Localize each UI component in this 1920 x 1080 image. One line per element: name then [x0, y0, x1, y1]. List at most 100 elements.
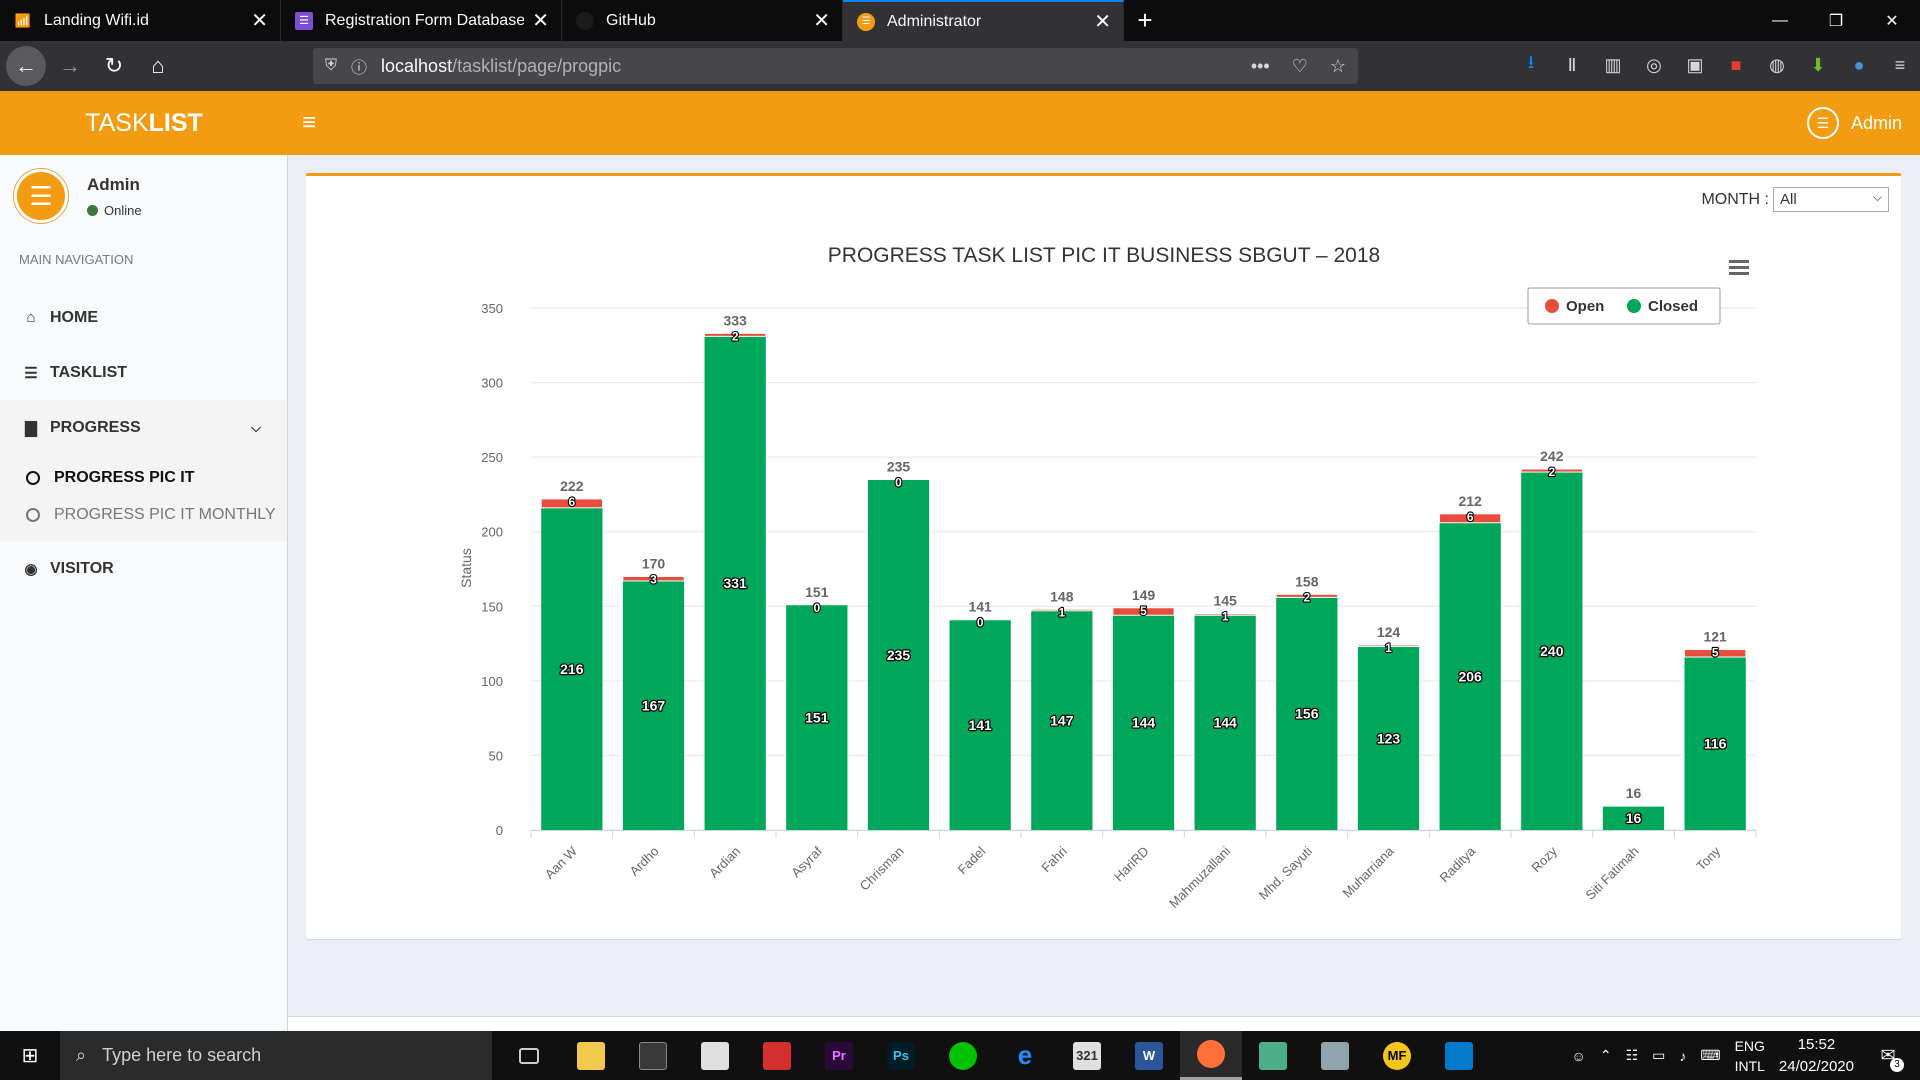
word-icon[interactable]: W [1118, 1031, 1180, 1080]
nav-header: MAIN NAVIGATION [19, 252, 134, 267]
user-panel: ☰ Admin Online [14, 169, 142, 223]
edge-icon[interactable]: e [994, 1031, 1056, 1080]
circle-icon [26, 507, 40, 522]
restore-icon[interactable]: ❐ [1808, 0, 1864, 41]
data-label-closed: 240 [1540, 643, 1564, 659]
data-label-closed: 116 [1704, 735, 1727, 751]
circle-icon [26, 470, 40, 485]
sidebar-icon[interactable]: ▥ [1601, 51, 1625, 79]
extension-icon[interactable]: ▣ [1683, 51, 1707, 79]
mf-icon[interactable]: MF [1366, 1031, 1428, 1080]
firefox-icon[interactable] [1180, 1031, 1242, 1080]
x-tick-label: Asyraf [788, 843, 825, 880]
file-explorer-icon[interactable] [560, 1031, 622, 1080]
notification-icon[interactable]: ✉ 3 [1868, 1036, 1908, 1076]
user-menu[interactable]: ☰ Admin [1806, 107, 1902, 139]
bookmark-star-icon[interactable]: ☆ [1330, 56, 1346, 77]
photos-icon[interactable] [1304, 1031, 1366, 1080]
battery-icon[interactable]: ▭ [1652, 1047, 1665, 1064]
data-label-closed: 144 [1213, 715, 1237, 731]
info-icon[interactable]: ⓘ [351, 54, 367, 78]
media-player-icon[interactable]: 321 [1056, 1031, 1118, 1080]
store-icon[interactable] [622, 1031, 684, 1080]
sidebar-item-label: VISITOR [50, 559, 114, 577]
extension-green-icon[interactable]: ⬇ [1806, 51, 1830, 79]
download-icon[interactable]: ⭳ [1519, 51, 1543, 79]
data-label-open: 1 [1385, 641, 1392, 655]
sidebar-subitem-progress-pic-it-monthly[interactable]: PROGRESS PIC IT MONTHLY [0, 496, 287, 533]
account-icon[interactable]: ◎ [1642, 51, 1666, 79]
library-icon[interactable]: Ⅱ [1560, 51, 1584, 79]
sidebar-item-visitor[interactable]: ◉ VISITOR [0, 541, 287, 596]
data-label-closed: 151 [805, 709, 829, 725]
windows-start-icon[interactable]: ⊞ [0, 1031, 60, 1080]
minimize-icon[interactable]: — [1752, 0, 1808, 41]
browser-tab-3[interactable]: ☰ Administrator ✕ [843, 0, 1124, 41]
keyboard-icon[interactable]: ⌨ [1700, 1047, 1720, 1064]
legend-marker-closed [1627, 299, 1641, 313]
chart-bars: 2166222Aan W1673170Ardho3312333Ardian151… [530, 312, 1757, 911]
legend-marker-open [1545, 299, 1559, 313]
data-label-closed: 216 [560, 661, 584, 677]
x-tick-label: Rozy [1528, 843, 1560, 875]
new-tab-button[interactable]: + [1124, 0, 1166, 41]
wifi-tray-icon[interactable]: ☷ [1626, 1047, 1639, 1064]
sidebar-item-progress[interactable]: ▇ PROGRESS ⌵ [0, 400, 287, 455]
sidebar-subitem-progress-pic-it[interactable]: PROGRESS PIC IT [0, 459, 287, 496]
close-icon[interactable]: ✕ [813, 8, 830, 33]
people-icon[interactable]: ☺ [1572, 1048, 1586, 1064]
premiere-icon[interactable]: Pr [808, 1031, 870, 1080]
reload-button[interactable]: ↻ [94, 46, 134, 86]
extension-blue-icon[interactable]: ● [1847, 51, 1871, 79]
close-icon[interactable]: ✕ [251, 8, 268, 33]
sidebar-toggle-icon[interactable]: ≡ [302, 109, 316, 137]
sidebar-item-label: HOME [50, 308, 98, 326]
forward-button[interactable]: → [50, 46, 90, 86]
system-tray: ☺ ⌃ ☷ ▭ ♪ ⌨ ENG INTL 15:52 24/02/2020 ✉ 3 [1572, 1034, 1920, 1078]
sidebar-item-tasklist[interactable]: ☰ TASKLIST [0, 345, 287, 400]
shield-icon[interactable]: ⛨ [325, 57, 337, 75]
gift-icon[interactable] [746, 1031, 808, 1080]
extension-red-icon[interactable]: ■ [1724, 51, 1748, 79]
logo-text-bold: LIST [148, 108, 203, 137]
x-tick-label: Chrisman [857, 844, 907, 894]
globe-icon[interactable]: ◍ [1765, 51, 1789, 79]
close-icon[interactable]: ✕ [532, 8, 549, 33]
chevron-down-icon: ⌵ [251, 419, 261, 435]
chevron-up-icon[interactable]: ⌃ [1600, 1047, 1612, 1064]
app-icon[interactable] [1242, 1031, 1304, 1080]
task-view-icon[interactable] [498, 1031, 560, 1080]
github-icon [576, 11, 594, 30]
browser-tab-2[interactable]: GitHub ✕ [562, 0, 843, 41]
y-tick-label: 200 [481, 525, 503, 540]
language-indicator[interactable]: ENG INTL [1735, 1036, 1765, 1076]
clock[interactable]: 15:52 24/02/2020 [1779, 1034, 1854, 1078]
taskbar-search[interactable]: ⌕ Type here to search [60, 1031, 492, 1080]
close-window-icon[interactable]: ✕ [1864, 0, 1920, 41]
pocket-icon[interactable]: ♡ [1292, 56, 1308, 77]
more-icon[interactable]: ••• [1251, 56, 1270, 77]
url-host: localhost [381, 55, 453, 76]
chart-menu-icon[interactable] [1729, 260, 1749, 275]
photoshop-icon[interactable]: Ps [870, 1031, 932, 1080]
home-button[interactable]: ⌂ [138, 46, 178, 86]
volume-icon[interactable]: ♪ [1679, 1048, 1686, 1064]
browser-tab-1[interactable]: ☰ Registration Form Database La ✕ [281, 0, 562, 41]
line-icon[interactable] [932, 1031, 994, 1080]
eye-icon: ◉ [24, 560, 38, 578]
data-label-total: 170 [642, 555, 666, 571]
url-bar[interactable]: ⛨ ⓘ localhost/tasklist/page/progpic ••• … [313, 48, 1358, 84]
data-label-open: 6 [1467, 510, 1474, 524]
close-icon[interactable]: ✕ [1094, 9, 1111, 34]
sidebar-item-home[interactable]: ⌂ HOME [0, 290, 287, 345]
language-bottom: INTL [1734, 1057, 1765, 1074]
browser-tab-0[interactable]: 📶 Landing Wifi.id ✕ [0, 0, 281, 41]
clock-time: 15:52 [1797, 1035, 1836, 1053]
vscode-icon[interactable] [1428, 1031, 1490, 1080]
mail-icon[interactable] [684, 1031, 746, 1080]
x-tick-label: Siti Fatimah [1582, 844, 1641, 903]
user-avatar: ☰ [14, 169, 68, 223]
menu-icon[interactable]: ≡ [1888, 51, 1912, 79]
back-button[interactable]: ← [6, 46, 46, 86]
app-logo[interactable]: TASK LIST [0, 91, 288, 155]
